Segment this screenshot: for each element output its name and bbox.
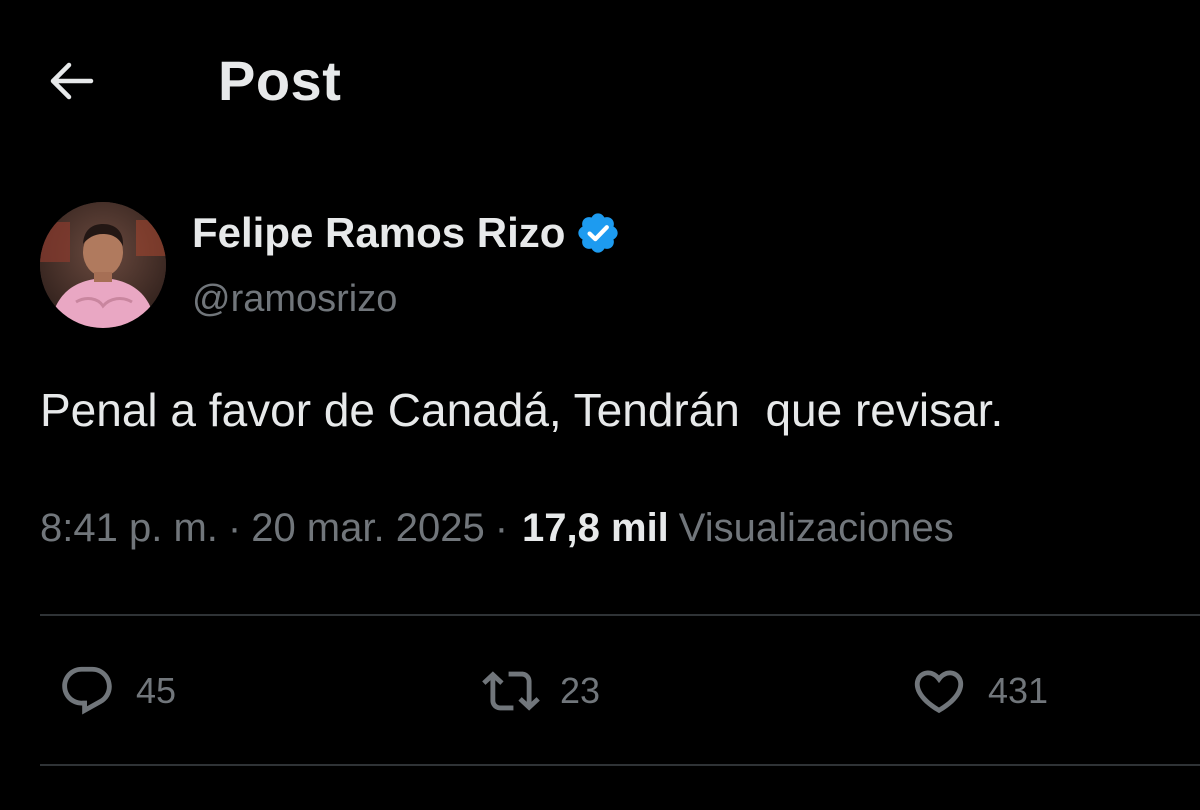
post-time[interactable]: 8:41 p. m. [40,506,218,551]
top-bar: Post [0,40,1200,120]
reply-icon [62,666,112,715]
post-text: Penal a favor de Canadá, Tendrán que rev… [40,384,1004,436]
meta-separator: · [494,506,509,550]
post-meta: 8:41 p. m. · 20 mar. 2025 · 17,8 mil Vis… [40,506,954,551]
verified-badge-icon[interactable] [575,208,625,258]
author-name[interactable]: Felipe Ramos Rizo [192,209,565,257]
repost-count: 23 [560,670,601,711]
reply-button[interactable]: 45 [54,662,176,720]
heart-icon [914,670,964,714]
views-count: 17,8 mil [522,506,669,550]
author-name-row: Felipe Ramos Rizo [192,208,625,258]
page-title: Post [218,49,342,112]
avatar-image [40,202,166,328]
divider-top [40,614,1200,616]
meta-separator: · [227,506,242,550]
repost-button[interactable]: 23 [478,662,600,720]
reply-count: 45 [136,670,177,711]
post-date[interactable]: 20 mar. 2025 [251,506,485,551]
like-count: 431 [988,670,1049,711]
action-bar: 45 23 431 [40,640,1200,740]
views-label: Visualizaciones [678,506,954,550]
arrow-left-icon [50,62,94,100]
post-page: Post Felipe Ramos Rizo @ramosrizo Penal … [0,0,1200,810]
divider-bottom [40,764,1200,766]
avatar[interactable] [40,202,166,328]
author-handle[interactable]: @ramosrizo [192,278,397,321]
repost-icon [482,671,540,711]
like-button[interactable]: 431 [906,662,1048,720]
author-block: Felipe Ramos Rizo @ramosrizo [40,200,1160,330]
back-button[interactable] [40,50,102,112]
